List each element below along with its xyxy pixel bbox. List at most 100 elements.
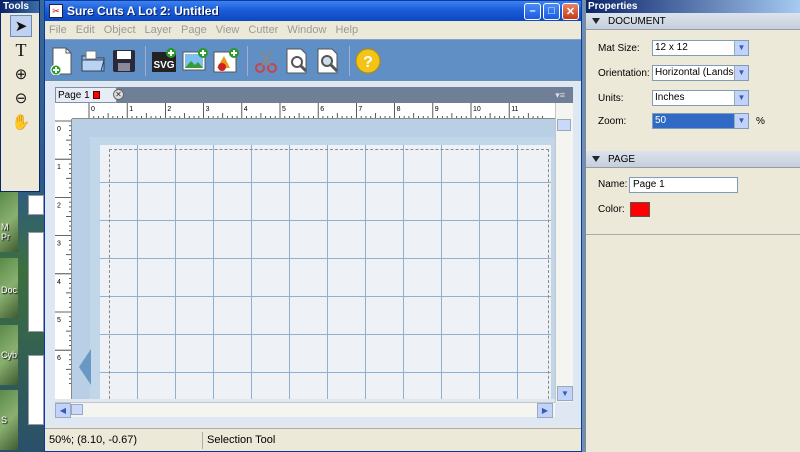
window-title: Sure Cuts A Lot 2: Untitled	[67, 4, 219, 18]
ruler-tick-label: 11	[511, 106, 518, 113]
document-section: Mat Size: 12 x 12 ▼ Orientation: Horizon…	[586, 30, 800, 145]
vertical-scroll-thumb[interactable]	[557, 119, 571, 131]
scroll-left-arrow-icon[interactable]: ◀	[55, 403, 71, 418]
menu-edit[interactable]: Edit	[76, 24, 95, 36]
maximize-button[interactable]: □	[543, 2, 560, 20]
ruler-tick-label: 5	[57, 317, 61, 324]
ruler-corner	[55, 103, 72, 119]
tab-list-menu-icon[interactable]: ▾≡	[555, 90, 565, 101]
page-boundary	[109, 149, 549, 399]
title-bar[interactable]: ✂ Sure Cuts A Lot 2: Untitled – □ ✕	[45, 1, 581, 21]
desktop-icon-label: Pr	[1, 232, 10, 242]
collapse-triangle-icon[interactable]	[592, 156, 600, 162]
save-disk-icon[interactable]	[110, 46, 138, 76]
main-toolbar: SVG ?	[45, 39, 581, 81]
menu-help[interactable]: Help	[335, 24, 358, 36]
ruler-tick-label: 6	[57, 355, 61, 362]
status-current-tool: Selection Tool	[207, 434, 276, 446]
horizontal-scroll-thumb[interactable]	[71, 404, 83, 415]
ruler-tick-label: 4	[57, 279, 61, 286]
arrow-select-icon[interactable]: ➤	[10, 15, 32, 37]
mat-size-select[interactable]: 12 x 12 ▼	[652, 40, 749, 56]
tools-palette-title: Tools	[1, 1, 39, 13]
page-section: Name: Page 1 Color:	[586, 168, 800, 228]
document-area: Page 1 ✕ ▾≡ 0 1 2 3 4 5 6 7 8 9 10 11 0 1 2 3 4 5 6 ▼ ◀ ▶	[45, 82, 581, 427]
zoom-percent-unit: %	[756, 116, 765, 127]
main-window: ✂ Sure Cuts A Lot 2: Untitled – □ ✕ File…	[44, 0, 582, 452]
scroll-right-arrow-icon[interactable]: ▶	[537, 403, 553, 418]
units-label: Units:	[598, 93, 624, 104]
chevron-down-icon[interactable]: ▼	[734, 66, 748, 80]
zoom-label: Zoom:	[598, 116, 627, 127]
hand-pan-icon[interactable]: ✋	[10, 111, 32, 133]
menu-view[interactable]: View	[216, 24, 240, 36]
horizontal-ruler: 0 1 2 3 4 5 6 7 8 9 10 11	[72, 103, 555, 119]
mat-feed-arrow-icon	[79, 349, 91, 385]
menu-layer[interactable]: Layer	[145, 24, 173, 36]
chevron-down-icon[interactable]: ▼	[734, 114, 748, 128]
ruler-tick-label: 9	[435, 106, 439, 113]
ruler-tick-label: 6	[320, 106, 324, 113]
orientation-select[interactable]: Horizontal (Landscap ▼	[652, 65, 749, 81]
import-image-icon[interactable]	[181, 46, 209, 76]
status-bar: 50%; (8.10, -0.67) Selection Tool	[45, 428, 581, 451]
collapse-triangle-icon[interactable]	[592, 18, 600, 24]
orientation-label: Orientation:	[598, 68, 650, 79]
vertical-scrollbar[interactable]: ▼	[555, 103, 573, 402]
desktop-icon-label: S	[1, 415, 8, 425]
panel-divider	[586, 234, 800, 235]
cut-preview-icon[interactable]	[314, 46, 342, 76]
page-name-label: Name:	[598, 179, 628, 190]
status-zoom-coordinates: 50%; (8.10, -0.67)	[45, 431, 203, 449]
ruler-tick-label: 10	[473, 106, 481, 113]
ruler-tick-label: 0	[91, 106, 95, 113]
desktop-icon-label: Cyb	[1, 350, 18, 360]
ruler-tick-label: 3	[206, 106, 210, 113]
chevron-down-icon[interactable]: ▼	[734, 91, 748, 105]
page-section-header[interactable]: PAGE	[586, 151, 800, 168]
desktop-icon-label: Doc	[1, 285, 18, 295]
document-section-header[interactable]: DOCUMENT	[586, 13, 800, 30]
ruler-tick-label: 4	[244, 106, 248, 113]
chevron-down-icon[interactable]: ▼	[734, 41, 748, 55]
tab-page-1[interactable]: Page 1	[55, 87, 117, 103]
units-select[interactable]: Inches ▼	[652, 90, 749, 106]
menu-object[interactable]: Object	[104, 24, 136, 36]
vertical-ruler: 0 1 2 3 4 5 6	[55, 119, 72, 399]
document-section-title: DOCUMENT	[608, 15, 666, 27]
ruler-tick-label: 1	[57, 164, 61, 171]
cut-scissors-icon[interactable]	[252, 46, 280, 76]
drawing-canvas[interactable]	[72, 119, 555, 399]
open-folder-icon[interactable]	[79, 46, 107, 76]
zoom-in-icon[interactable]: ⊕	[10, 63, 32, 85]
preview-icon[interactable]	[283, 46, 311, 76]
trace-image-icon[interactable]	[212, 46, 240, 76]
minimize-button[interactable]: –	[524, 2, 541, 20]
menu-file[interactable]: File	[49, 24, 67, 36]
properties-title: Properties	[586, 0, 800, 13]
svg-text:?: ?	[363, 54, 373, 71]
text-tool-icon[interactable]: T	[10, 39, 32, 61]
import-svg-icon[interactable]: SVG	[150, 46, 178, 76]
zoom-select[interactable]: 50 ▼	[652, 113, 749, 129]
help-icon[interactable]: ?	[354, 46, 382, 76]
background-window-edge	[28, 232, 44, 332]
menu-window[interactable]: Window	[287, 24, 326, 36]
toolbar-separator	[145, 45, 146, 76]
tab-label: Page 1	[58, 89, 90, 101]
mat-size-label: Mat Size:	[598, 43, 640, 54]
close-button[interactable]: ✕	[562, 2, 579, 20]
menu-cutter[interactable]: Cutter	[248, 24, 278, 36]
page-name-field[interactable]: Page 1	[629, 177, 738, 193]
page-color-swatch[interactable]	[630, 202, 650, 217]
desktop-icon-label: M	[1, 222, 9, 232]
menu-page[interactable]: Page	[181, 24, 207, 36]
ruler-tick-label: 2	[57, 202, 61, 209]
svg-text:SVG: SVG	[153, 60, 174, 71]
tab-close-icon[interactable]: ✕	[113, 89, 124, 100]
scroll-down-arrow-icon[interactable]: ▼	[557, 386, 573, 401]
horizontal-scrollbar[interactable]: ◀ ▶	[55, 402, 555, 418]
new-document-icon[interactable]	[48, 46, 76, 76]
ruler-tick-label: 2	[167, 106, 171, 113]
zoom-out-icon[interactable]: ⊖	[10, 87, 32, 109]
